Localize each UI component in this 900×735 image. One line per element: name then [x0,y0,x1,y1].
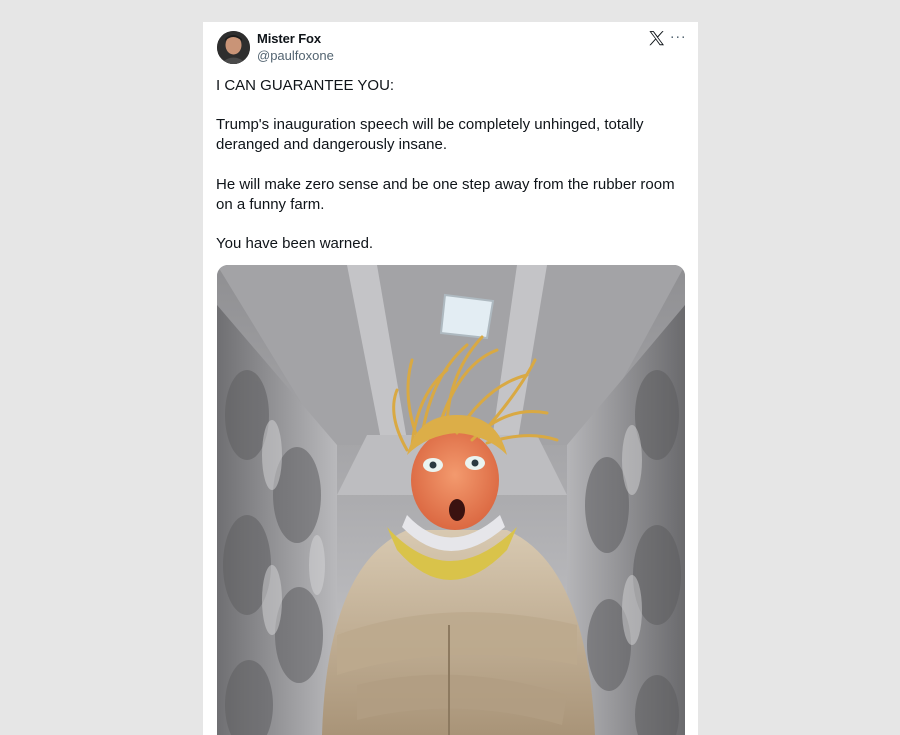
media-illustration [217,265,685,735]
tweet-text-line-4: You have been warned. [216,235,374,252]
author-handle[interactable]: @paulfoxone [257,48,334,63]
tweet-text-line-2: Trump's inauguration speech will be comp… [216,116,644,153]
more-options-icon[interactable]: ··· [669,28,687,46]
tweet-media-image[interactable] [217,265,685,735]
author-name[interactable]: Mister Fox [257,31,321,46]
tweet-card: Mister Fox @paulfoxone ··· I CAN GUARANT… [203,22,698,735]
avatar[interactable] [217,31,250,64]
tweet-text-line-3: He will make zero sense and be one step … [216,176,675,213]
x-logo-icon [649,31,665,46]
tweet-text-line-1: I CAN GUARANTEE YOU: [216,77,395,94]
avatar-photo [217,31,250,64]
